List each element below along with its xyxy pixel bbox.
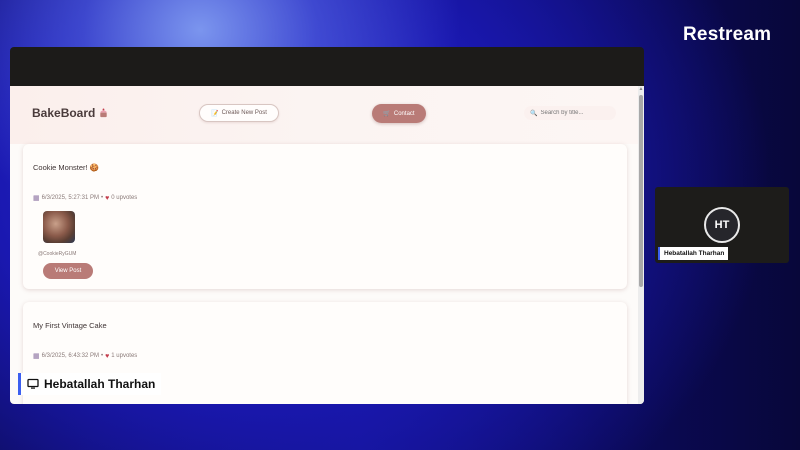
contact-button[interactable]: 🛒 Contact (372, 104, 426, 123)
monitor-icon (27, 378, 39, 389)
post-author-handle: @CookieRyGUM (38, 251, 77, 257)
app-header: BakeBoard 📝 Create New Post 🛒 Contact 🔍 (10, 86, 638, 144)
post-upvotes: 0 upvotes (111, 195, 138, 201)
presenter-name: Hebatallah Tharhan (44, 377, 156, 391)
meta-separator: • (101, 195, 104, 201)
heart-icon[interactable]: ♥ (105, 353, 109, 360)
post-date: 6/3/2025, 6:43:32 PM (41, 353, 99, 359)
create-post-button[interactable]: 📝 Create New Post (199, 104, 279, 122)
search-icon: 🔍 (530, 110, 538, 117)
cart-icon: 🛒 (383, 111, 391, 117)
app-logo-text: BakeBoard (32, 106, 96, 120)
post-title: My First Vintage Cake (33, 321, 107, 330)
edit-icon: 📝 (211, 110, 219, 117)
create-post-label: Create New Post (221, 110, 267, 116)
shared-screen: BakeBoard 📝 Create New Post 🛒 Contact 🔍 (10, 86, 644, 404)
cupcake-icon (100, 108, 108, 117)
heart-icon[interactable]: ♥ (105, 195, 109, 202)
post-title: Cookie Monster! 🍪 (33, 163, 100, 172)
app-logo[interactable]: BakeBoard (32, 106, 109, 120)
search-input[interactable] (540, 110, 611, 116)
contact-label: Contact (393, 110, 415, 117)
meta-separator: • (101, 353, 104, 359)
scrollbar-thumb[interactable] (639, 95, 643, 287)
calendar-icon: ▦ (33, 195, 40, 202)
scrollbar[interactable]: ▲ ▼ (638, 86, 644, 404)
scroll-up-arrow-icon[interactable]: ▲ (638, 86, 644, 92)
post-card[interactable]: Cookie Monster! 🍪 ▦ 6/3/2025, 5:27:31 PM… (23, 144, 627, 289)
post-meta: ▦ 6/3/2025, 5:27:31 PM • ♥ 0 upvotes (33, 194, 138, 203)
main-stream-window: BakeBoard 📝 Create New Post 🛒 Contact 🔍 (10, 47, 644, 404)
post-thumbnail[interactable] (43, 211, 75, 243)
guest-tile[interactable]: HT Hebatallah Tharhan (655, 187, 789, 263)
post-meta: ▦ 6/3/2025, 6:43:32 PM • ♥ 1 upvotes (33, 352, 138, 361)
search-box[interactable]: 🔍 (524, 106, 616, 120)
guest-name-tag: Hebatallah Tharhan (658, 247, 729, 260)
view-post-button[interactable]: View Post (43, 263, 93, 279)
presenter-name-tag: Hebatallah Tharhan (18, 373, 162, 395)
avatar: HT (704, 207, 740, 243)
restream-logo: Restream (683, 24, 772, 45)
post-upvotes: 1 upvotes (111, 353, 138, 359)
calendar-icon: ▦ (33, 353, 40, 360)
post-date: 6/3/2025, 5:27:31 PM (41, 195, 99, 201)
